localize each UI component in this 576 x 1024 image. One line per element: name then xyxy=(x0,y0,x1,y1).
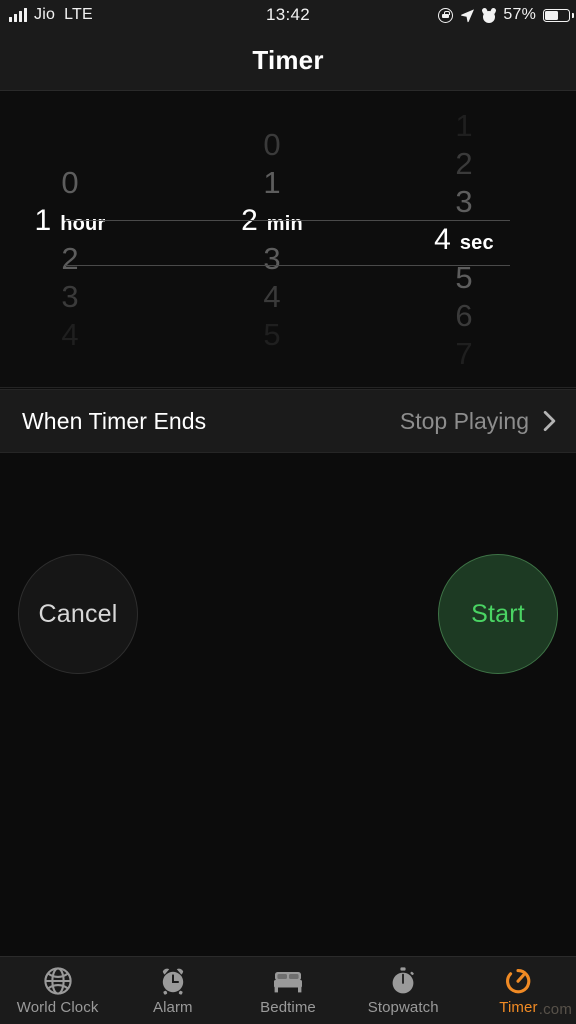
tab-label: Alarm xyxy=(152,999,193,1016)
tab-label: Bedtime xyxy=(260,999,316,1016)
picker-unit-label: hour xyxy=(60,212,106,235)
tab-bedtime[interactable]: Bedtime xyxy=(230,957,345,1024)
picker-cell[interactable]: 2 xyxy=(0,240,140,278)
picker-cell[interactable]: 7 xyxy=(394,335,534,373)
page-title: Timer xyxy=(252,44,324,75)
picker-selected-hours[interactable]: 1 hour xyxy=(0,202,140,240)
tab-bar: World Clock Alarm Bedtime Stopwatch Time… xyxy=(0,956,576,1024)
cancel-button[interactable]: Cancel xyxy=(18,554,138,674)
start-button[interactable]: Start xyxy=(438,554,558,674)
picker-cell[interactable]: 1 xyxy=(394,107,534,145)
bed-icon xyxy=(272,965,304,996)
picker-cell[interactable]: 6 xyxy=(394,297,534,335)
picker-cell[interactable]: 2 xyxy=(394,145,534,183)
picker-column-hours[interactable]: 0 1 hour 2 3 4 xyxy=(0,92,202,387)
rotation-lock-icon xyxy=(438,7,454,23)
picker-unit-label: sec xyxy=(459,231,494,254)
tab-label: Stopwatch xyxy=(367,999,439,1016)
picker-unit-label: min xyxy=(266,212,303,235)
picker-selected-seconds[interactable]: 4 sec xyxy=(394,221,534,259)
duration-picker[interactable]: 0 1 hour 2 3 4 0 1 2 min 3 4 5 1 2 3 4 s… xyxy=(0,92,576,388)
timer-screen: Jio LTE 13:42 57% Timer 0 1 hour 2 3 4 0… xyxy=(0,0,576,1024)
picker-cell[interactable]: 0 xyxy=(202,126,342,164)
timer-actions: Cancel Start xyxy=(0,554,576,678)
picker-column-seconds[interactable]: 1 2 3 4 sec 5 6 7 xyxy=(394,92,576,387)
globe-icon xyxy=(43,965,73,996)
chevron-right-icon xyxy=(543,410,556,432)
tab-label: World Clock xyxy=(16,999,99,1016)
picker-selected-minutes[interactable]: 2 min xyxy=(202,202,342,240)
battery-icon xyxy=(543,8,574,22)
stopwatch-icon xyxy=(388,965,418,996)
when-timer-ends-row[interactable]: When Timer Ends Stop Playing xyxy=(0,389,576,453)
nav-bar: Timer xyxy=(0,30,576,91)
cancel-button-label: Cancel xyxy=(38,599,118,628)
status-bar: Jio LTE 13:42 57% xyxy=(0,0,576,30)
when-timer-ends-value: Stop Playing xyxy=(399,407,529,434)
tab-alarm[interactable]: Alarm xyxy=(115,957,230,1024)
when-timer-ends-label: When Timer Ends xyxy=(22,407,207,434)
picker-cell[interactable] xyxy=(0,126,140,164)
start-button-label: Start xyxy=(471,599,525,628)
picker-cell[interactable]: 3 xyxy=(202,240,342,278)
alarm-icon xyxy=(481,6,498,23)
picker-cell[interactable]: 3 xyxy=(394,183,534,221)
picker-cell[interactable]: 0 xyxy=(0,164,140,202)
tab-world-clock[interactable]: World Clock xyxy=(0,957,115,1024)
picker-cell[interactable]: 5 xyxy=(202,316,342,354)
picker-cell[interactable]: 3 xyxy=(0,278,140,316)
picker-selected-value: 1 xyxy=(34,203,52,237)
picker-selected-value: 4 xyxy=(434,222,451,256)
picker-column-minutes[interactable]: 0 1 2 min 3 4 5 xyxy=(202,92,394,387)
tab-stopwatch[interactable]: Stopwatch xyxy=(346,957,461,1024)
timer-icon xyxy=(503,965,533,996)
watermark-text: .com xyxy=(538,1001,573,1018)
picker-cell[interactable]: 4 xyxy=(0,316,140,354)
picker-selected-value: 2 xyxy=(241,203,258,237)
tab-timer[interactable]: Timer .com xyxy=(461,957,576,1024)
picker-cell[interactable]: 1 xyxy=(202,164,342,202)
picker-cell[interactable]: 5 xyxy=(394,259,534,297)
tab-label: Timer xyxy=(499,999,538,1016)
picker-cell[interactable]: 4 xyxy=(202,278,342,316)
alarm-clock-icon xyxy=(158,965,188,996)
